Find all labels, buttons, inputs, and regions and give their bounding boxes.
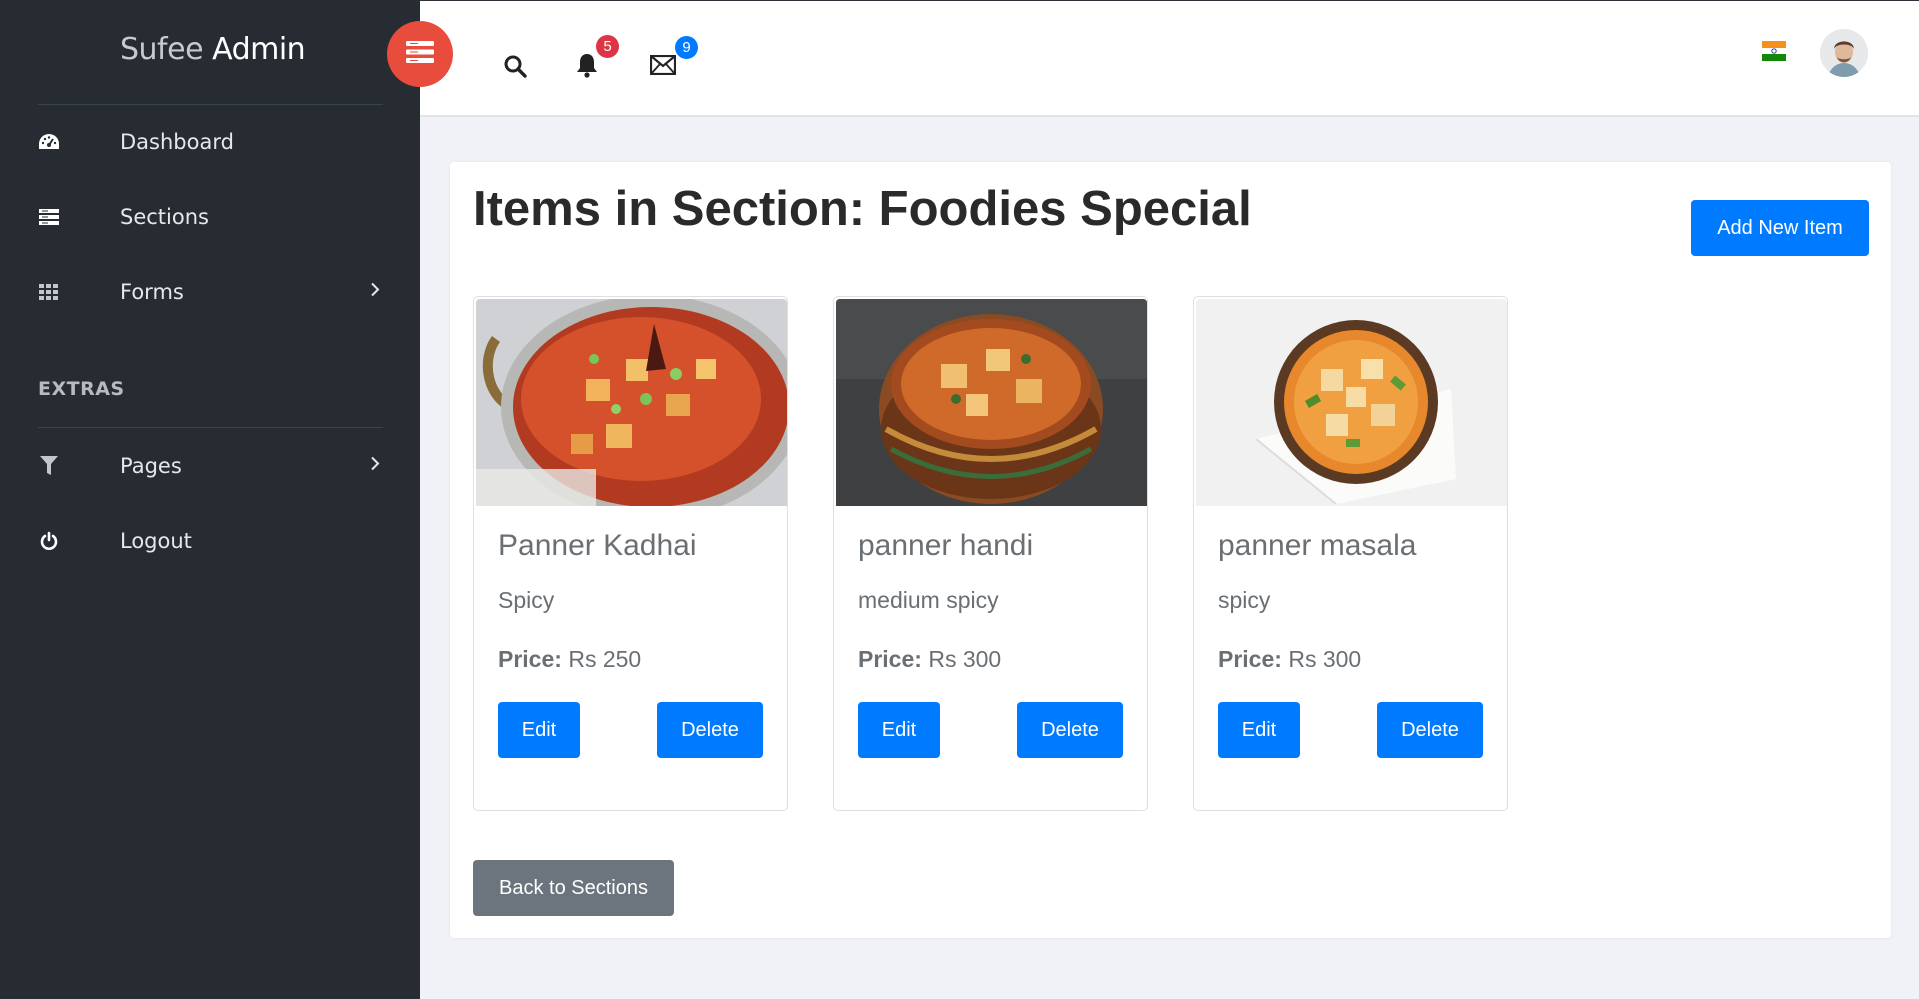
sidebar-divider	[38, 104, 383, 105]
user-avatar[interactable]	[1820, 29, 1868, 77]
price-value: Rs 300	[921, 646, 1002, 672]
item-price: Price: Rs 300	[1218, 646, 1361, 673]
list-icon	[38, 206, 60, 228]
grid-icon	[38, 281, 60, 303]
sidebar-item-label: Logout	[120, 529, 192, 553]
bell-icon[interactable]: 5	[575, 35, 619, 83]
price-value: Rs 300	[1281, 646, 1362, 672]
sidebar-item-label: Dashboard	[120, 130, 234, 154]
sidebar-divider	[38, 427, 383, 428]
sidebar-item-forms[interactable]: Forms	[0, 262, 420, 322]
item-description: spicy	[1218, 587, 1271, 613]
edit-button[interactable]: Edit	[1218, 702, 1300, 758]
item-description: medium spicy	[858, 587, 999, 613]
sidebar-heading-extras: EXTRAS	[38, 378, 125, 400]
chevron-right-icon	[370, 282, 380, 303]
item-description: Spicy	[498, 587, 555, 613]
sidebar-item-label: Forms	[120, 280, 184, 304]
item-name: panner handi	[858, 529, 1034, 562]
item-image-panner-masala	[1196, 299, 1507, 506]
brand-logo[interactable]: Sufee Admin	[120, 32, 306, 67]
dashboard-icon	[38, 131, 60, 153]
message-count-badge: 9	[675, 36, 698, 59]
top-header: 5 9	[420, 0, 1919, 117]
price-label: Price:	[1218, 646, 1282, 672]
brand-light: Sufee	[120, 32, 213, 67]
price-label: Price:	[858, 646, 922, 672]
sidebar-item-dashboard[interactable]: Dashboard	[0, 112, 420, 172]
delete-button[interactable]: Delete	[1017, 702, 1123, 758]
sidebar-item-pages[interactable]: Pages	[0, 436, 420, 496]
item-name: Panner Kadhai	[498, 529, 697, 562]
item-price: Price: Rs 300	[858, 646, 1001, 673]
notification-count-badge: 5	[596, 35, 619, 58]
item-card: panner masala spicy Price: Rs 300 Edit D…	[1193, 296, 1508, 811]
item-card: panner handi medium spicy Price: Rs 300 …	[833, 296, 1148, 811]
item-name: panner masala	[1218, 529, 1417, 562]
mail-icon[interactable]: 9	[649, 36, 698, 80]
delete-button[interactable]: Delete	[1377, 702, 1483, 758]
edit-button[interactable]: Edit	[858, 702, 940, 758]
sidebar-item-label: Pages	[120, 454, 182, 478]
delete-button[interactable]: Delete	[657, 702, 763, 758]
menu-toggle-button[interactable]	[387, 21, 453, 87]
add-new-item-button[interactable]: Add New Item	[1691, 200, 1869, 256]
edit-button[interactable]: Edit	[498, 702, 580, 758]
price-value: Rs 250	[561, 646, 642, 672]
filter-icon	[38, 455, 60, 477]
sidebar: Sufee Admin Dashboard Sections Forms EXT…	[0, 0, 420, 999]
price-label: Price:	[498, 646, 562, 672]
brand-bold: Admin	[212, 32, 306, 67]
item-image-panner-handi	[836, 299, 1147, 506]
power-icon	[38, 530, 60, 552]
search-icon[interactable]	[503, 54, 527, 83]
item-card: Panner Kadhai Spicy Price: Rs 250 Edit D…	[473, 296, 788, 811]
item-image-panner-kadhai	[476, 299, 787, 506]
sidebar-item-logout[interactable]: Logout	[0, 511, 420, 571]
india-flag-icon[interactable]	[1762, 41, 1786, 61]
menu-icon	[406, 40, 434, 68]
sidebar-item-label: Sections	[120, 205, 209, 229]
page-title: Items in Section: Foodies Special	[473, 182, 1252, 236]
item-price: Price: Rs 250	[498, 646, 641, 673]
chevron-right-icon	[370, 456, 380, 477]
sidebar-item-sections[interactable]: Sections	[0, 187, 420, 247]
back-to-sections-button[interactable]: Back to Sections	[473, 860, 674, 916]
